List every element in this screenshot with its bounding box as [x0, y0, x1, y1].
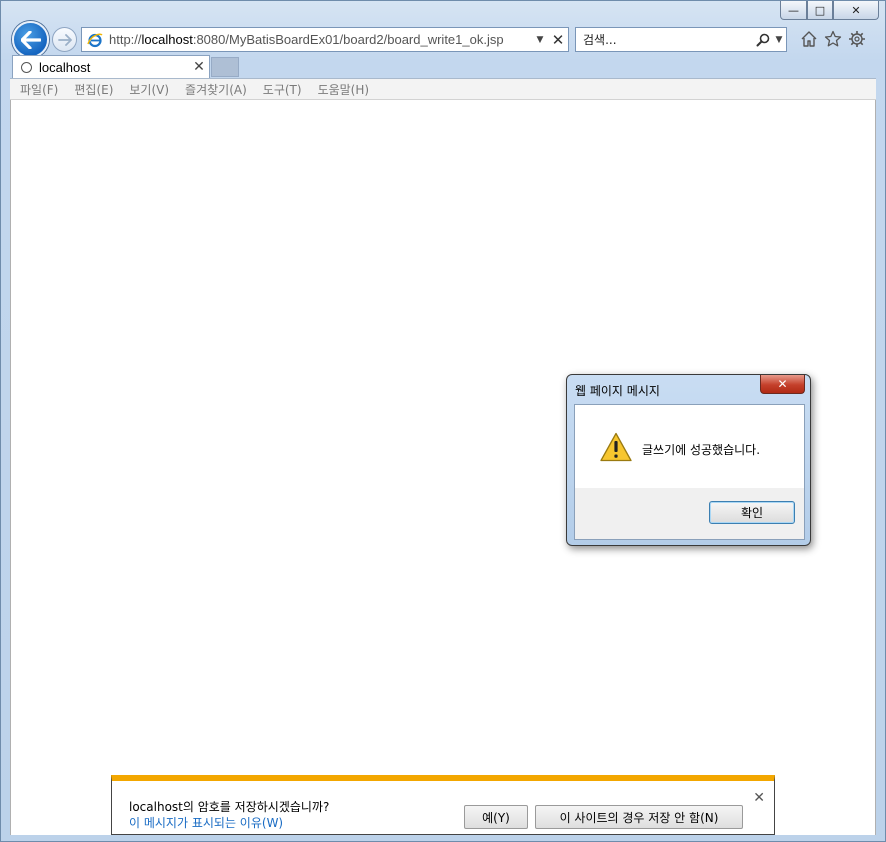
- gear-icon[interactable]: [847, 29, 867, 49]
- menu-edit[interactable]: 편집(E): [66, 81, 121, 98]
- minimize-button[interactable]: —: [780, 1, 807, 20]
- home-icon[interactable]: [799, 29, 819, 49]
- forward-button[interactable]: [52, 27, 77, 52]
- toolbar-icons: [799, 29, 867, 49]
- search-icon[interactable]: [754, 33, 772, 47]
- notification-question: localhost의 암호를 저장하시겠습니까?: [129, 800, 330, 814]
- search-dropdown-icon[interactable]: ▼: [772, 35, 786, 45]
- url-text[interactable]: http://localhost:8080/MyBatisBoardEx01/b…: [109, 32, 532, 47]
- back-button[interactable]: [12, 21, 49, 58]
- loading-icon: [21, 61, 32, 73]
- new-tab-button[interactable]: [211, 57, 239, 77]
- url-path: :8080/MyBatisBoardEx01/board2/board_writ…: [192, 32, 504, 47]
- menu-file[interactable]: 파일(F): [12, 81, 66, 98]
- search-input[interactable]: 검색...: [583, 31, 754, 48]
- favorites-star-icon[interactable]: [823, 29, 843, 49]
- arrow-right-icon: [57, 33, 72, 46]
- address-bar[interactable]: http://localhost:8080/MyBatisBoardEx01/b…: [81, 27, 569, 52]
- dialog-footer: 확인: [575, 488, 804, 539]
- stop-icon[interactable]: ✕: [548, 31, 568, 49]
- menu-tools[interactable]: 도구(T): [255, 81, 310, 98]
- tab-label: localhost: [39, 59, 91, 75]
- dialog-title: 웹 페이지 메시지: [575, 384, 660, 398]
- menu-favorites[interactable]: 즐겨찾기(A): [177, 81, 255, 98]
- ok-button[interactable]: 확인: [709, 501, 795, 524]
- arrow-left-icon: [20, 30, 41, 49]
- ie-page-icon: [86, 31, 104, 49]
- window-caption-buttons: — □ ✕: [780, 1, 879, 20]
- tab-localhost[interactable]: localhost ✕: [12, 55, 210, 78]
- maximize-button[interactable]: □: [807, 1, 833, 20]
- url-host: localhost: [141, 32, 193, 47]
- save-password-yes-button[interactable]: 예(Y): [464, 805, 528, 829]
- menu-view[interactable]: 보기(V): [121, 81, 177, 98]
- password-notification-bar: localhost의 암호를 저장하시겠습니까? 이 메시지가 표시되는 이유(…: [111, 775, 775, 835]
- menu-help[interactable]: 도움말(H): [310, 81, 378, 98]
- dialog-body: 글쓰기에 성공했습니다. 확인: [574, 404, 805, 540]
- tab-close-icon[interactable]: ✕: [189, 59, 209, 75]
- dialog-message: 글쓰기에 성공했습니다.: [642, 443, 761, 457]
- notification-why-link[interactable]: 이 메시지가 표시되는 이유(W): [129, 814, 283, 831]
- menu-bar: 파일(F) 편집(E) 보기(V) 즐겨찾기(A) 도구(T) 도움말(H): [10, 78, 876, 100]
- search-box[interactable]: 검색... ▼: [575, 27, 787, 52]
- browser-window: — □ ✕ http://localhost:8080/MyBatisBoard…: [0, 0, 886, 842]
- notification-close-icon[interactable]: ✕: [753, 790, 765, 806]
- alert-dialog: 웹 페이지 메시지 ✕ 글쓰기에 성공했습니다. 확인: [566, 374, 811, 546]
- never-for-site-button[interactable]: 이 사이트의 경우 저장 안 함(N): [535, 805, 743, 829]
- dialog-close-button[interactable]: ✕: [760, 375, 805, 394]
- url-prefix: http://: [109, 32, 142, 47]
- address-dropdown-icon[interactable]: ▼: [532, 35, 548, 45]
- warning-icon: [600, 432, 632, 462]
- window-close-button[interactable]: ✕: [833, 1, 879, 20]
